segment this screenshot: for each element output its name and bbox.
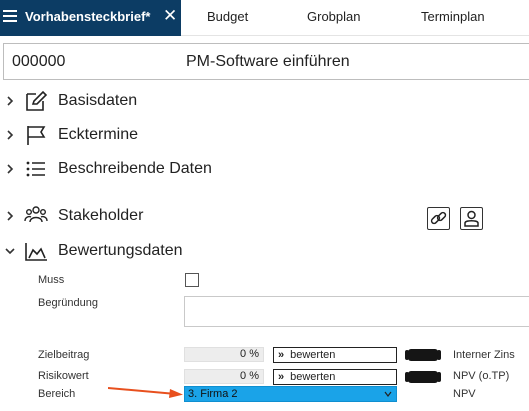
risikowert-label: Risikowert bbox=[38, 370, 89, 382]
muss-checkbox[interactable] bbox=[185, 273, 199, 287]
chevron-down-icon[interactable] bbox=[4, 245, 16, 257]
bereich-label: Bereich bbox=[38, 388, 76, 400]
section-ecktermine[interactable]: Ecktermine bbox=[0, 122, 529, 150]
section-beschreibende-daten[interactable]: Beschreibende Daten bbox=[0, 156, 529, 184]
flag-icon bbox=[27, 126, 46, 145]
list-icon bbox=[26, 161, 45, 177]
tab-vorhabensteckbrief[interactable]: Vorhabensteckbrief* ✕ bbox=[0, 0, 181, 36]
edit-icon bbox=[26, 90, 48, 111]
zielbeitrag-field[interactable]: 0 % bbox=[184, 347, 264, 362]
interner-zins-label: Interner Zins bbox=[453, 349, 515, 361]
chevron-right-icon[interactable] bbox=[4, 95, 16, 107]
chevron-right-icon[interactable] bbox=[4, 163, 16, 175]
chevron-right-icon[interactable] bbox=[4, 210, 16, 222]
area-chart-icon bbox=[25, 243, 47, 261]
muss-label: Muss bbox=[38, 274, 65, 286]
double-chevron-icon: » bbox=[278, 371, 285, 383]
tab-vorhabensteckbrief-label: Vorhabensteckbrief* bbox=[25, 9, 151, 24]
chevron-right-icon[interactable] bbox=[4, 129, 16, 141]
zielbeitrag-bewerten-button[interactable]: » bewerten bbox=[273, 347, 397, 363]
person-button[interactable] bbox=[460, 207, 483, 230]
bewerten-label: bewerten bbox=[290, 349, 336, 361]
person-icon bbox=[464, 210, 479, 227]
begruendung-label: Begründung bbox=[38, 297, 98, 309]
annotation-arrow-icon bbox=[108, 387, 183, 398]
project-id: 000000 bbox=[12, 53, 66, 70]
toggle-pill-icon[interactable] bbox=[405, 371, 441, 383]
toggle-pill-icon[interactable] bbox=[405, 349, 441, 361]
double-chevron-icon: » bbox=[278, 349, 285, 361]
tab-terminplan[interactable]: Terminplan bbox=[421, 9, 485, 24]
close-tab-icon[interactable]: ✕ bbox=[163, 7, 177, 24]
bereich-select[interactable]: 3. Firma 2 bbox=[184, 386, 397, 402]
section-bewertung-label: Bewertungsdaten bbox=[58, 242, 183, 259]
people-group-icon bbox=[24, 206, 48, 223]
bereich-selected-value: 3. Firma 2 bbox=[188, 388, 238, 400]
npv-label: NPV bbox=[453, 388, 476, 400]
risikowert-field[interactable]: 0 % bbox=[184, 369, 264, 384]
link-icon bbox=[430, 211, 447, 225]
section-stakeholder-label: Stakeholder bbox=[58, 207, 144, 224]
risikowert-bewerten-button[interactable]: » bewerten bbox=[273, 369, 397, 385]
section-basisdaten[interactable]: Basisdaten bbox=[0, 88, 529, 116]
section-bewertungsdaten[interactable]: Bewertungsdaten bbox=[0, 238, 529, 266]
tab-grobplan[interactable]: Grobplan bbox=[307, 9, 360, 24]
tab-bar: Vorhabensteckbrief* ✕ Budget Grobplan Te… bbox=[0, 0, 529, 36]
project-header: 000000 PM-Software einführen bbox=[3, 43, 529, 80]
project-name: PM-Software einführen bbox=[186, 53, 350, 70]
section-basisdaten-label: Basisdaten bbox=[58, 92, 138, 109]
hamburger-menu-icon[interactable] bbox=[3, 10, 17, 22]
zielbeitrag-label: Zielbeitrag bbox=[38, 349, 90, 361]
link-button[interactable] bbox=[427, 207, 450, 230]
section-ecktermine-label: Ecktermine bbox=[58, 126, 139, 143]
section-beschreibende-label: Beschreibende Daten bbox=[58, 160, 212, 177]
bewerten-label: bewerten bbox=[290, 371, 336, 383]
tab-budget[interactable]: Budget bbox=[207, 9, 248, 24]
chevron-down-icon bbox=[384, 391, 392, 397]
begruendung-textarea[interactable] bbox=[184, 296, 529, 327]
npv-otp-label: NPV (o.TP) bbox=[453, 370, 510, 382]
